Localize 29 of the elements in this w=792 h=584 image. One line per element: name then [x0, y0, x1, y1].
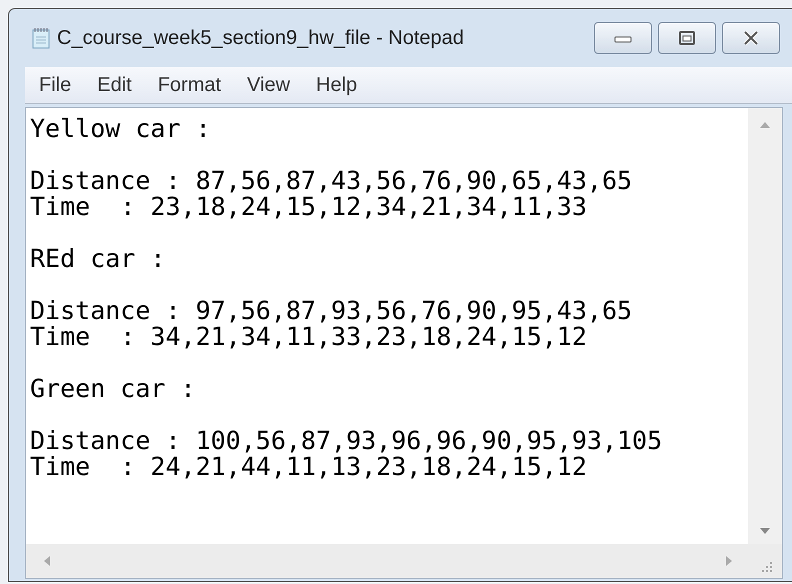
menu-item[interactable]: Help: [316, 74, 358, 96]
text-line: REd car :: [30, 246, 166, 272]
text-area[interactable]: [25, 107, 783, 579]
text-line: Time : 23,18,24,15,12,34,21,34,11,33: [30, 194, 587, 220]
horizontal-scrollbar[interactable]: [26, 544, 748, 578]
text-line: Distance : 100,56,87,93,96,96,90,95,93,105: [30, 428, 662, 454]
text-line: Time : 34,21,34,11,33,23,18,24,15,12: [30, 324, 587, 350]
scroll-left-icon[interactable]: [44, 556, 50, 566]
scroll-right-icon[interactable]: [726, 556, 732, 566]
vertical-scrollbar[interactable]: [748, 108, 782, 544]
text-line: Green car :: [30, 376, 196, 402]
close-icon: [741, 30, 761, 46]
text-line: Yellow car :: [30, 116, 211, 142]
scroll-down-icon[interactable]: [760, 528, 770, 534]
window-title: C_course_week5_section9_hw_file - Notepad: [57, 26, 464, 50]
menu-item[interactable]: File: [39, 74, 72, 96]
text-line: Distance : 97,56,87,93,56,76,90,95,43,65: [30, 298, 632, 324]
maximize-button[interactable]: [658, 22, 716, 54]
minimize-button[interactable]: [594, 22, 652, 54]
close-button[interactable]: [722, 22, 780, 54]
scroll-up-icon[interactable]: [760, 122, 770, 128]
menu-item[interactable]: Format: [158, 74, 222, 96]
resize-grip-icon[interactable]: [762, 562, 772, 572]
menu-item[interactable]: Edit: [97, 74, 132, 96]
menu-item[interactable]: View: [247, 74, 290, 96]
text-line: Distance : 87,56,87,43,56,76,90,65,43,65: [30, 168, 632, 194]
text-line: Time : 24,21,44,11,13,23,18,24,15,12: [30, 454, 587, 480]
notepad-icon: [31, 27, 51, 49]
maximize-icon: [677, 30, 697, 46]
